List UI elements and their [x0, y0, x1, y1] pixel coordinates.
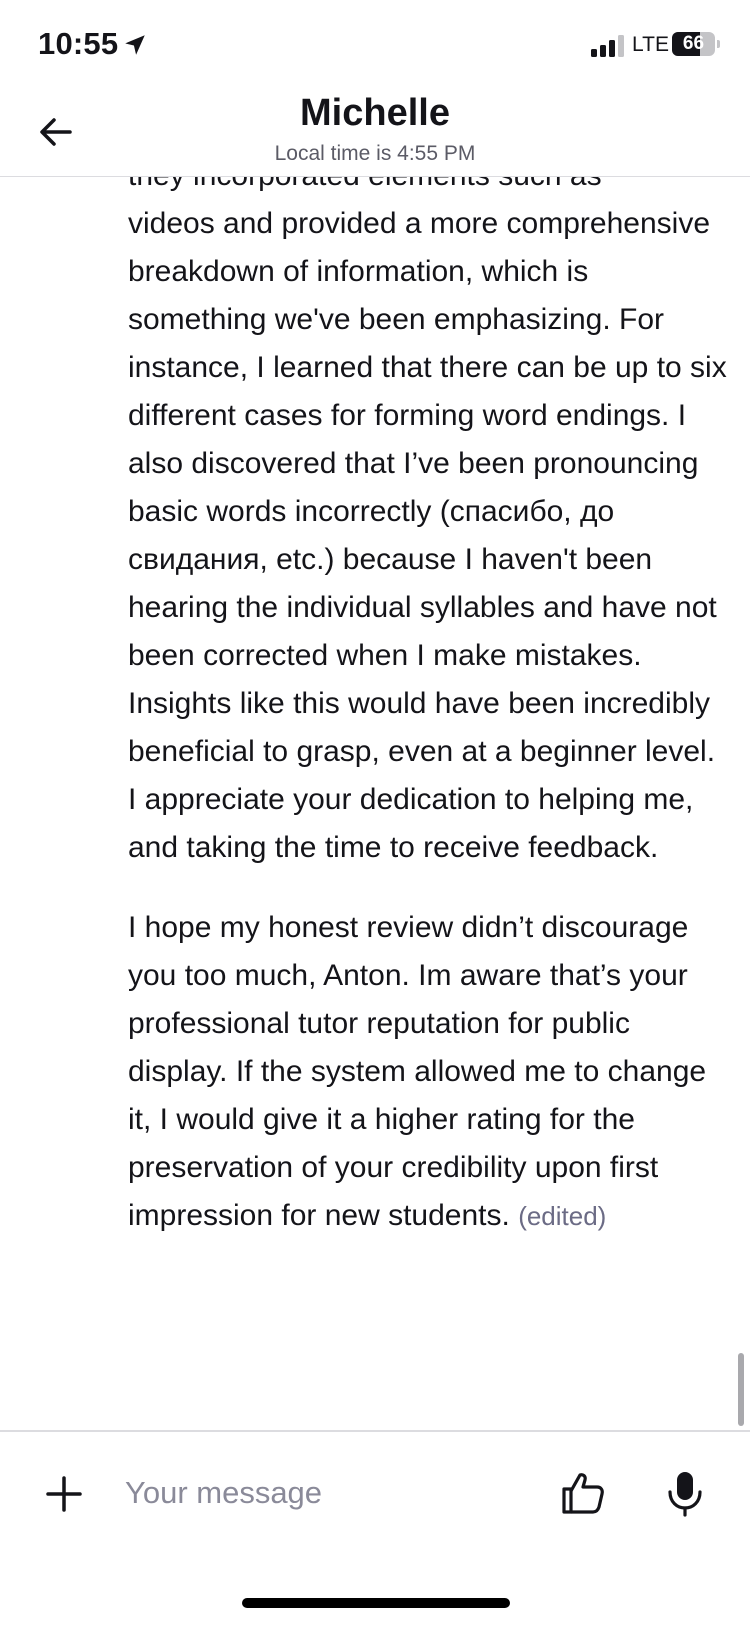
battery-indicator: 66 — [672, 32, 720, 56]
location-arrow-icon — [125, 35, 145, 55]
chat-header: Michelle Local time is 4:55 PM — [0, 90, 750, 177]
message-partial-line: they incorporated elements such as — [128, 177, 728, 200]
thumbs-up-button[interactable] — [558, 1468, 608, 1518]
message-paragraph-1: videos and provided a more comprehensive… — [128, 207, 727, 864]
thumbs-up-icon — [562, 1473, 604, 1514]
home-indicator — [242, 1598, 510, 1608]
add-attachment-button[interactable] — [40, 1470, 88, 1518]
message-text: they incorporated elements such as video… — [128, 177, 728, 1272]
contact-name: Michelle — [300, 92, 450, 134]
message-paragraph-2: I hope my honest review didn’t discourag… — [128, 904, 728, 1240]
contact-local-time: Local time is 4:55 PM — [274, 142, 476, 165]
battery-percent: 66 — [682, 33, 705, 54]
network-type-label: LTE — [632, 33, 669, 56]
microphone-button[interactable] — [665, 1468, 705, 1518]
plus-icon — [46, 1476, 82, 1512]
status-time: 10:55 — [38, 26, 119, 61]
message-input[interactable] — [125, 1462, 525, 1524]
status-bar: 10:55 LTE 66 — [0, 0, 750, 90]
microphone-icon — [668, 1472, 702, 1517]
scrollbar[interactable] — [738, 1353, 744, 1426]
edited-label: (edited) — [518, 1201, 607, 1231]
message-thread[interactable]: they incorporated elements such as video… — [0, 177, 750, 1430]
message-composer — [0, 1430, 750, 1626]
message-paragraph-2-text: I hope my honest review didn’t discourag… — [128, 911, 707, 1232]
cellular-signal-icon — [591, 35, 624, 57]
